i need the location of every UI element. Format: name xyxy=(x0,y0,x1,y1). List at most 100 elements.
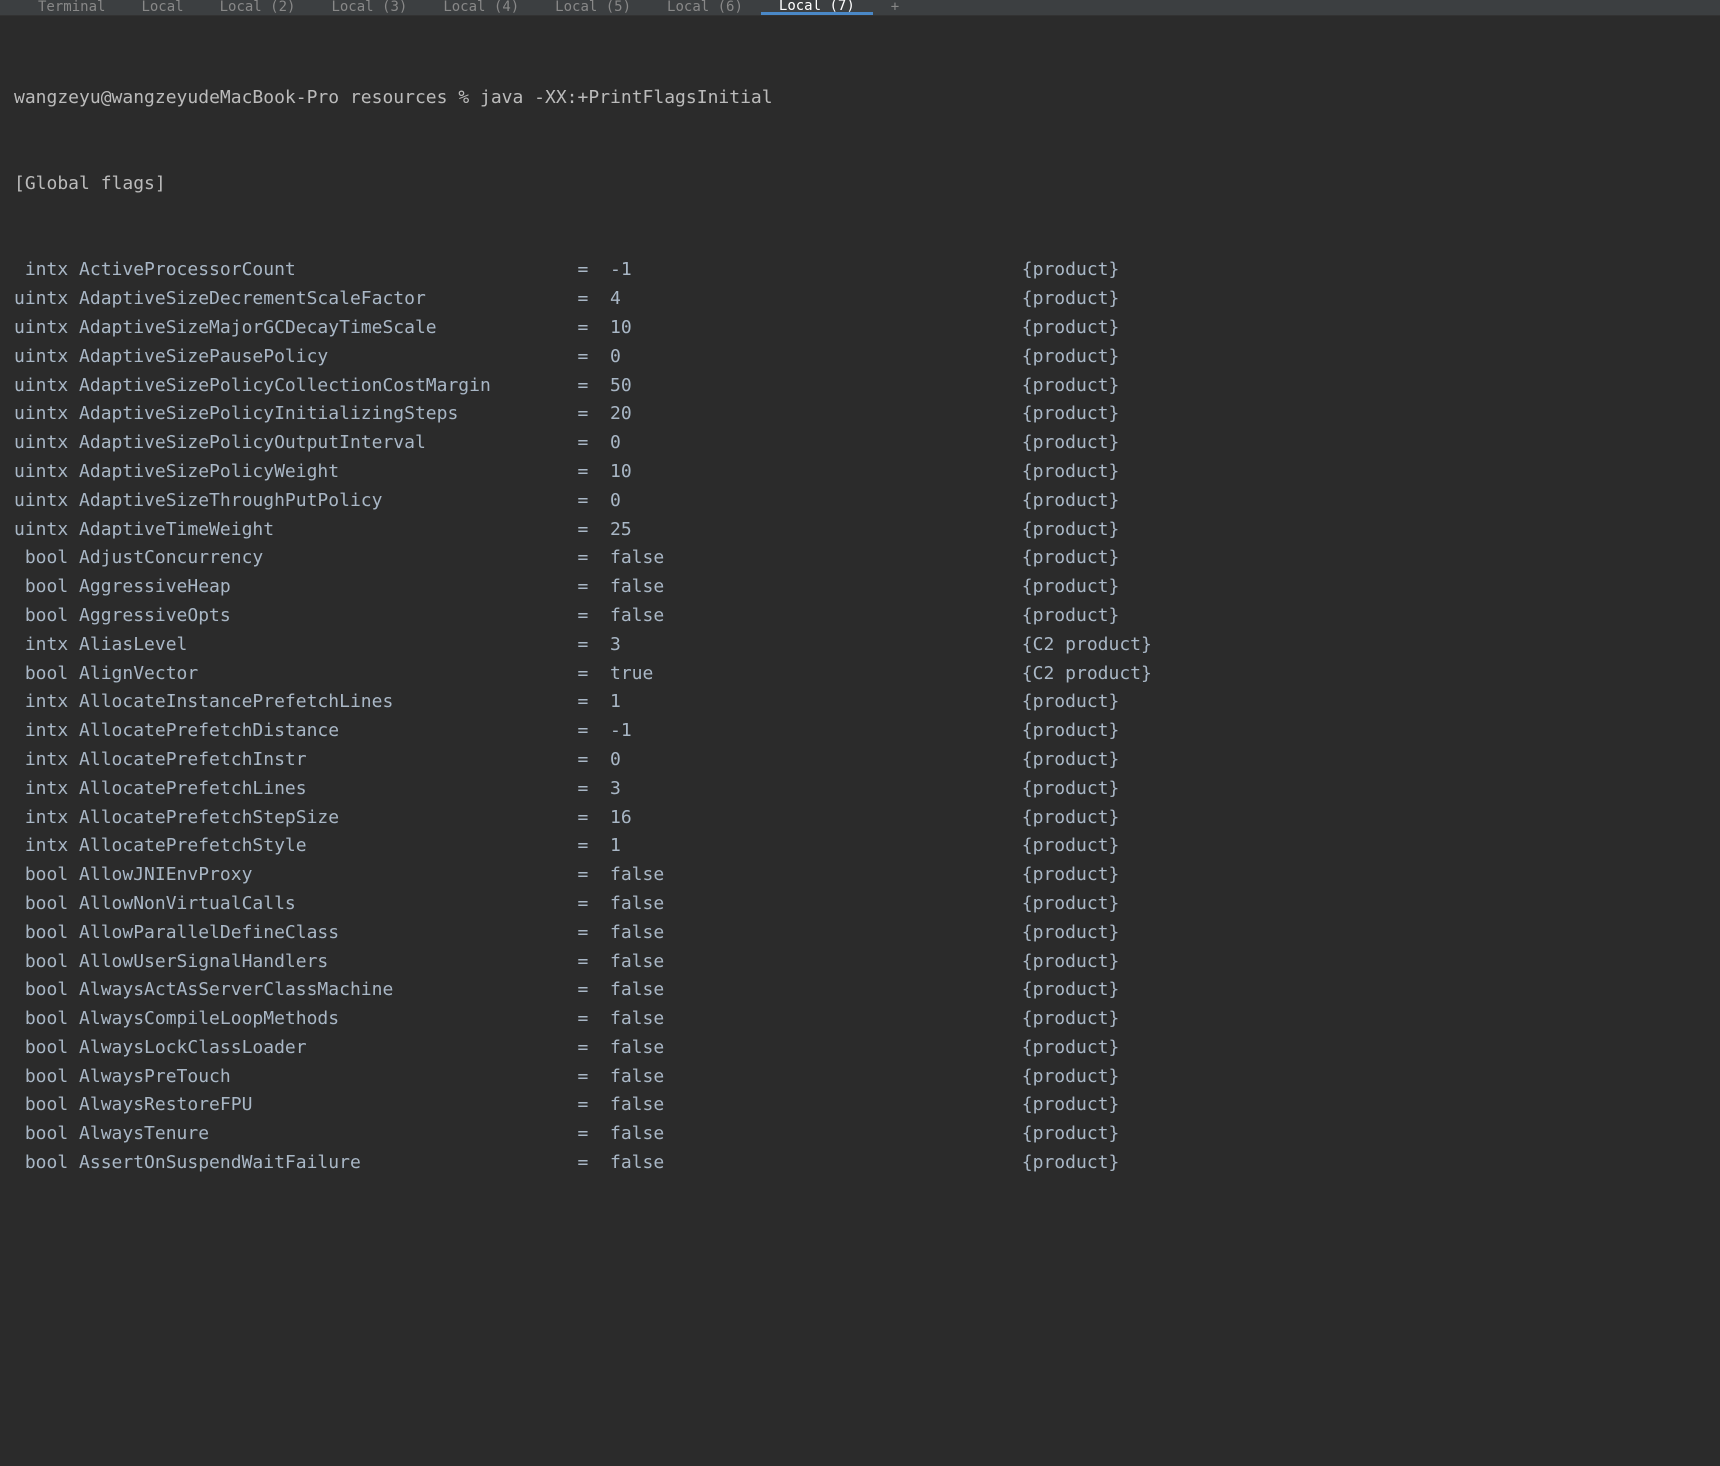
terminal-tab[interactable]: Local xyxy=(123,0,201,15)
flag-name: ActiveProcessorCount xyxy=(79,256,577,285)
flag-name: AdaptiveSizePolicyWeight xyxy=(79,458,577,487)
flag-type: bool xyxy=(14,1091,79,1120)
flag-equals: = xyxy=(578,573,611,602)
flag-equals: = xyxy=(578,746,611,775)
flag-value: false xyxy=(610,573,1022,602)
flag-row: boolAggressiveHeap= false{product} xyxy=(14,573,1706,602)
flag-equals: = xyxy=(578,861,611,890)
flag-row: intxAllocatePrefetchInstr= 0{product} xyxy=(14,746,1706,775)
flag-row: intxAllocatePrefetchDistance= -1{product… xyxy=(14,717,1706,746)
terminal-tab[interactable]: Local (2) xyxy=(202,0,314,15)
flag-equals: = xyxy=(578,1034,611,1063)
flag-category: {product} xyxy=(1022,458,1120,487)
flag-value: 10 xyxy=(610,314,1022,343)
flag-row: uintxAdaptiveSizePolicyCollectionCostMar… xyxy=(14,372,1706,401)
flag-equals: = xyxy=(578,516,611,545)
flag-equals: = xyxy=(578,458,611,487)
flags-list: intxActiveProcessorCount= -1{product}uin… xyxy=(14,256,1706,1178)
flag-type: intx xyxy=(14,688,79,717)
terminal-tab[interactable]: Local (4) xyxy=(425,0,537,15)
flag-name: AllocatePrefetchLines xyxy=(79,775,577,804)
flag-row: boolAllowUserSignalHandlers= false{produ… xyxy=(14,948,1706,977)
flag-equals: = xyxy=(578,314,611,343)
flag-type: bool xyxy=(14,660,79,689)
flag-category: {product} xyxy=(1022,400,1120,429)
terminal-tab[interactable]: Terminal xyxy=(20,0,123,15)
terminal-output[interactable]: wangzeyu@wangzeyudeMacBook-Pro resources… xyxy=(0,16,1720,1217)
flag-category: {product} xyxy=(1022,1034,1120,1063)
flag-name: AllocatePrefetchStyle xyxy=(79,832,577,861)
flag-row: uintxAdaptiveSizeDecrementScaleFactor= 4… xyxy=(14,285,1706,314)
flag-category: {product} xyxy=(1022,314,1120,343)
flag-type: bool xyxy=(14,1063,79,1092)
flag-value: false xyxy=(610,948,1022,977)
flag-value: 0 xyxy=(610,343,1022,372)
flag-value: 20 xyxy=(610,400,1022,429)
flag-row: boolAggressiveOpts= false{product} xyxy=(14,602,1706,631)
flag-type: intx xyxy=(14,804,79,833)
flag-type: intx xyxy=(14,256,79,285)
flag-row: boolAlwaysRestoreFPU= false{product} xyxy=(14,1091,1706,1120)
flag-type: bool xyxy=(14,544,79,573)
flag-row: boolAlwaysCompileLoopMethods= false{prod… xyxy=(14,1005,1706,1034)
flag-type: bool xyxy=(14,1005,79,1034)
flag-category: {product} xyxy=(1022,688,1120,717)
flag-category: {product} xyxy=(1022,285,1120,314)
terminal-tab[interactable]: Local (6) xyxy=(649,0,761,15)
flag-equals: = xyxy=(578,660,611,689)
new-tab-button[interactable]: + xyxy=(873,0,917,15)
flag-value: false xyxy=(610,1091,1022,1120)
flag-value: false xyxy=(610,602,1022,631)
flag-name: AdjustConcurrency xyxy=(79,544,577,573)
flag-equals: = xyxy=(578,256,611,285)
flag-equals: = xyxy=(578,1091,611,1120)
flag-value: false xyxy=(610,890,1022,919)
flag-row: uintxAdaptiveSizeThroughPutPolicy= 0{pro… xyxy=(14,487,1706,516)
flag-value: false xyxy=(610,861,1022,890)
flag-type: uintx xyxy=(14,343,79,372)
flag-value: 1 xyxy=(610,688,1022,717)
flag-category: {product} xyxy=(1022,343,1120,372)
flag-category: {product} xyxy=(1022,1005,1120,1034)
flag-category: {C2 product} xyxy=(1022,631,1152,660)
flag-type: intx xyxy=(14,832,79,861)
terminal-tab[interactable]: Local (5) xyxy=(537,0,649,15)
flag-type: intx xyxy=(14,631,79,660)
flag-name: AdaptiveTimeWeight xyxy=(79,516,577,545)
flag-value: false xyxy=(610,1034,1022,1063)
flag-category: {product} xyxy=(1022,804,1120,833)
flag-row: uintxAdaptiveSizePolicyInitializingSteps… xyxy=(14,400,1706,429)
flag-type: bool xyxy=(14,573,79,602)
terminal-tab[interactable]: Local (7) xyxy=(761,0,873,15)
flag-type: uintx xyxy=(14,487,79,516)
flag-name: AdaptiveSizeThroughPutPolicy xyxy=(79,487,577,516)
flag-equals: = xyxy=(578,544,611,573)
flag-category: {product} xyxy=(1022,516,1120,545)
flag-row: boolAllowNonVirtualCalls= false{product} xyxy=(14,890,1706,919)
flag-value: 25 xyxy=(610,516,1022,545)
flag-name: AllowJNIEnvProxy xyxy=(79,861,577,890)
flag-value: -1 xyxy=(610,256,1022,285)
flag-row: intxAllocateInstancePrefetchLines= 1{pro… xyxy=(14,688,1706,717)
flag-row: intxAliasLevel= 3{C2 product} xyxy=(14,631,1706,660)
terminal-tab[interactable]: Local (3) xyxy=(313,0,425,15)
flag-equals: = xyxy=(578,487,611,516)
flag-name: AggressiveHeap xyxy=(79,573,577,602)
flag-equals: = xyxy=(578,804,611,833)
flag-equals: = xyxy=(578,688,611,717)
flag-name: AggressiveOpts xyxy=(79,602,577,631)
flag-row: uintxAdaptiveSizeMajorGCDecayTimeScale= … xyxy=(14,314,1706,343)
flag-equals: = xyxy=(578,343,611,372)
flag-row: uintxAdaptiveSizePolicyWeight= 10{produc… xyxy=(14,458,1706,487)
flag-name: AllocatePrefetchDistance xyxy=(79,717,577,746)
flag-value: 16 xyxy=(610,804,1022,833)
flag-row: boolAllowParallelDefineClass= false{prod… xyxy=(14,919,1706,948)
flag-category: {product} xyxy=(1022,429,1120,458)
flag-category: {product} xyxy=(1022,746,1120,775)
flag-category: {product} xyxy=(1022,1149,1120,1178)
flag-row: uintxAdaptiveSizePolicyOutputInterval= 0… xyxy=(14,429,1706,458)
flag-row: boolAlwaysTenure= false{product} xyxy=(14,1120,1706,1149)
flag-category: {product} xyxy=(1022,948,1120,977)
flag-equals: = xyxy=(578,372,611,401)
flag-category: {product} xyxy=(1022,775,1120,804)
